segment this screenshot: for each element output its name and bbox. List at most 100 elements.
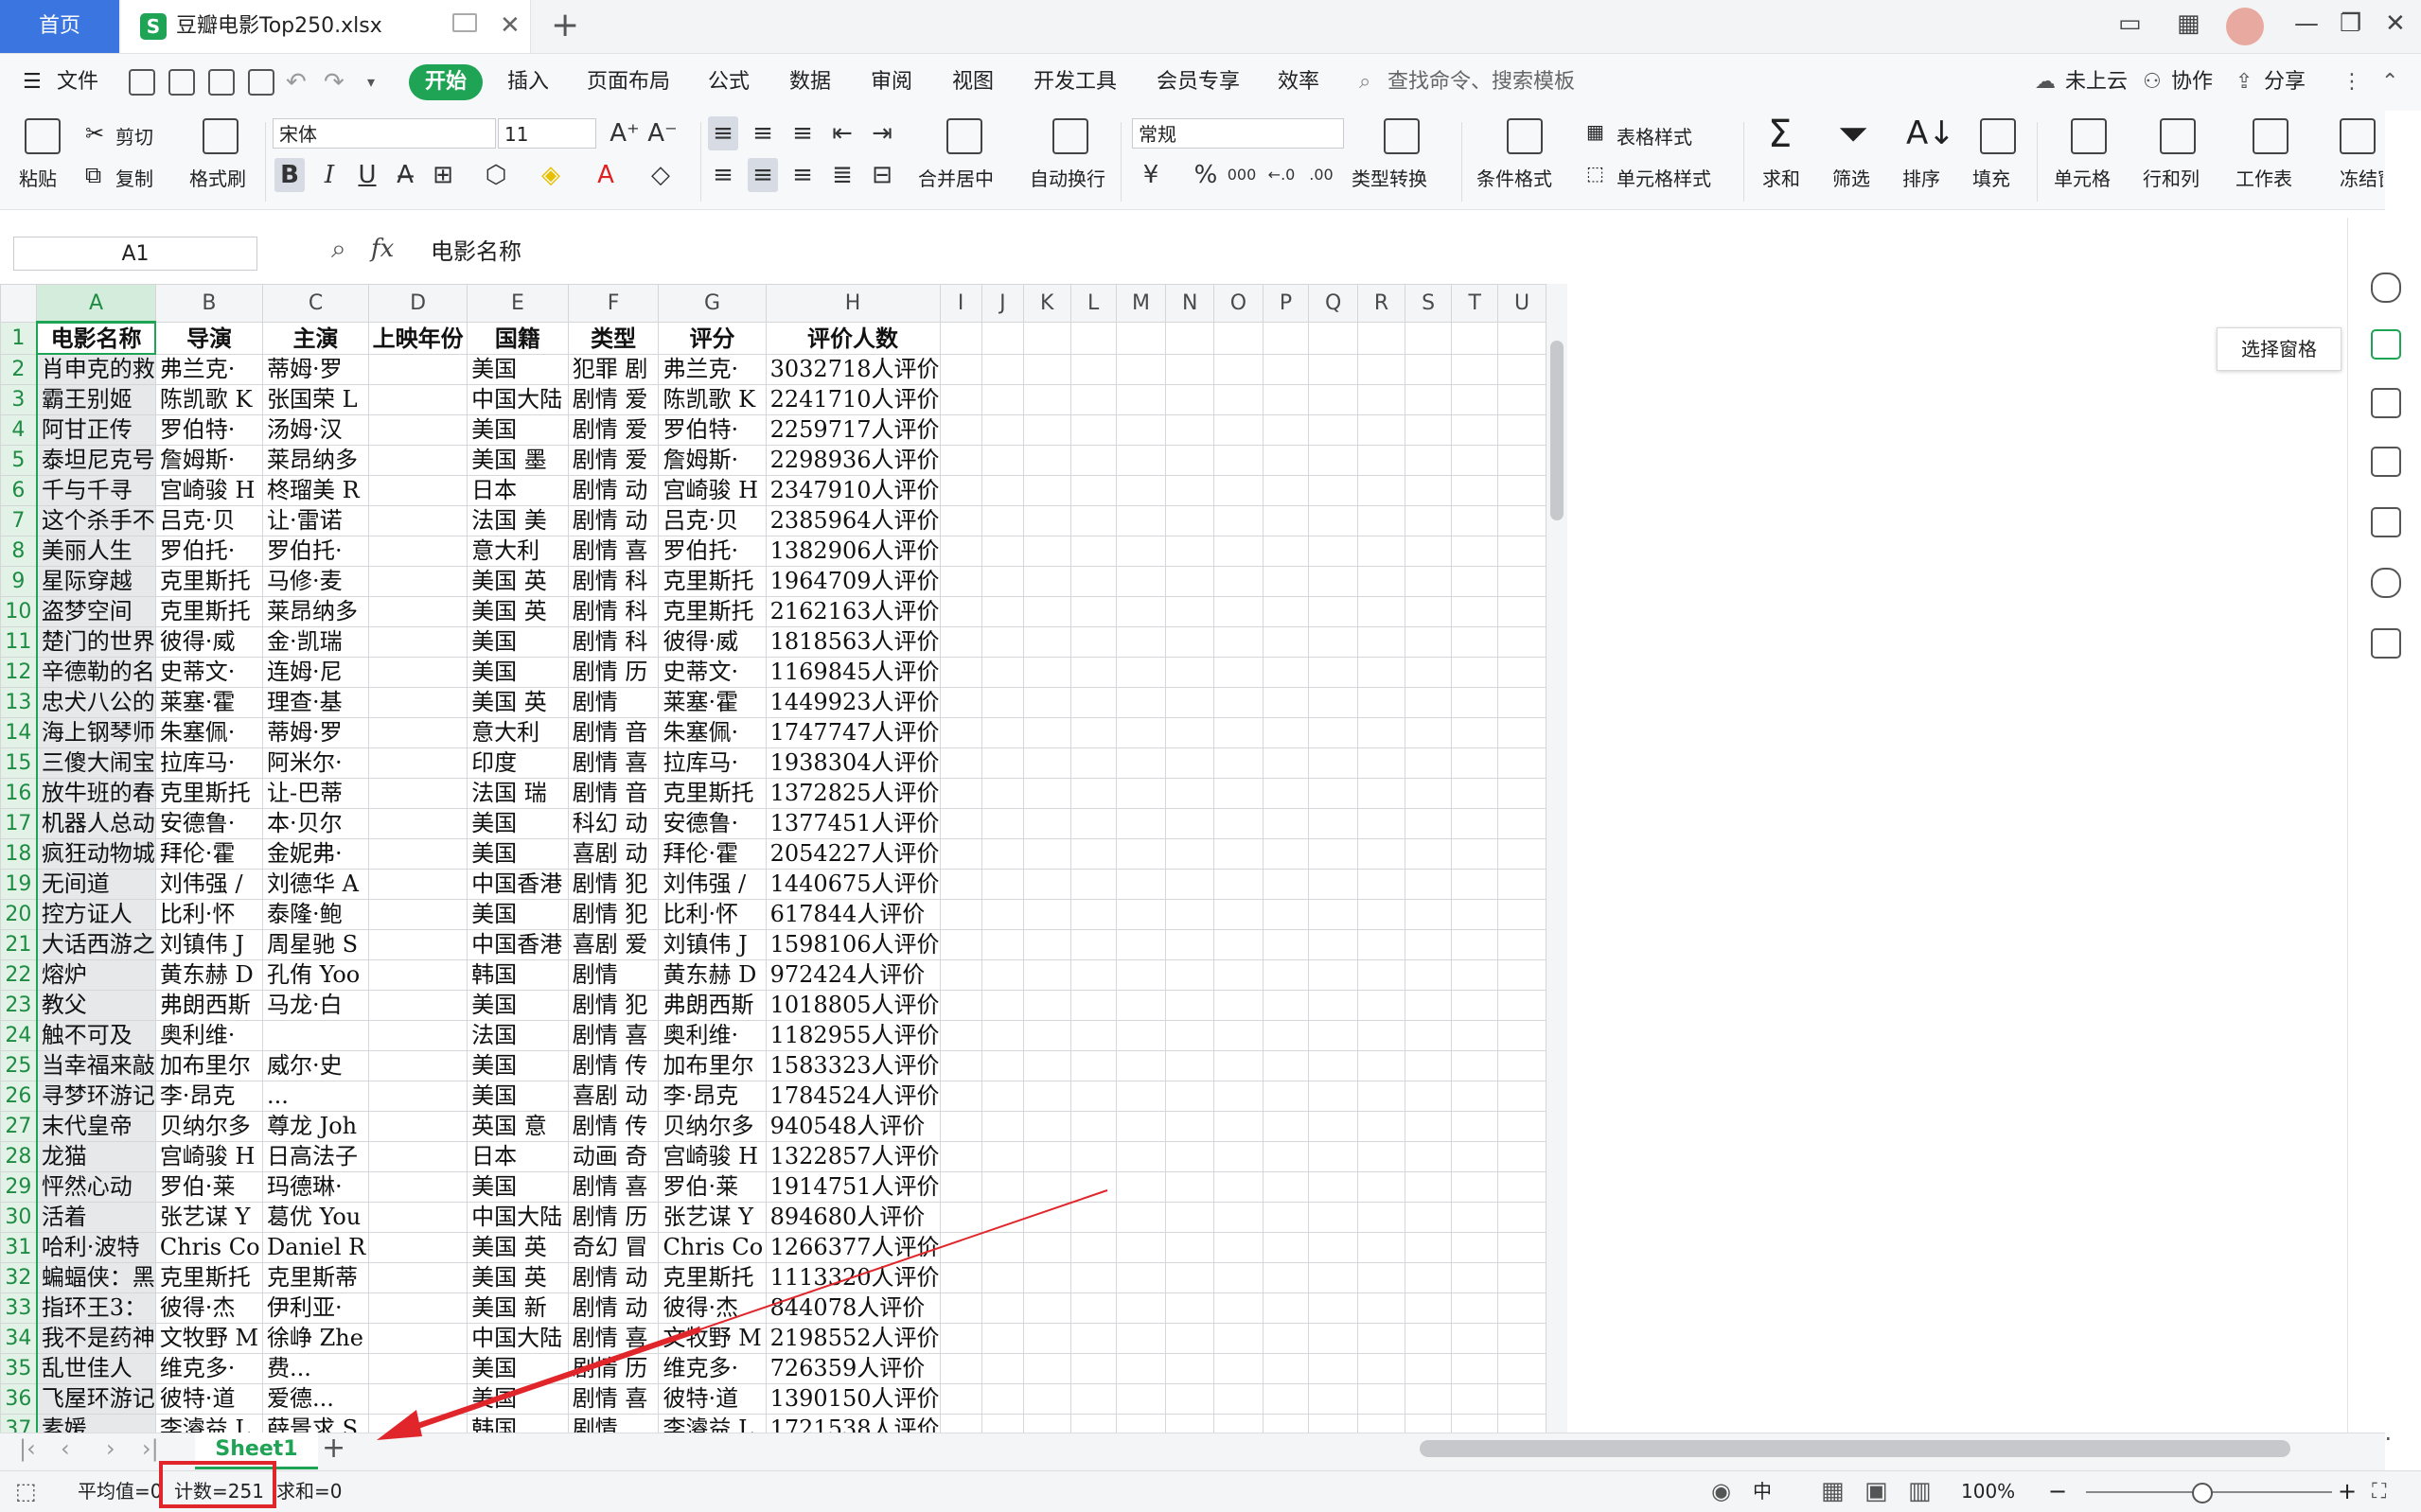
- cell[interactable]: 千与千寻: [36, 475, 156, 506]
- lightning-icon[interactable]: [2371, 568, 2401, 598]
- cell[interactable]: [368, 414, 468, 446]
- paste-icon[interactable]: [25, 118, 61, 154]
- column-header[interactable]: K: [1023, 284, 1071, 323]
- cell[interactable]: [368, 1050, 468, 1081]
- cell[interactable]: [1115, 778, 1167, 809]
- cell[interactable]: 阿甘正传: [36, 414, 156, 446]
- cell[interactable]: 美国 英: [467, 596, 569, 627]
- cell[interactable]: [1023, 1050, 1071, 1081]
- cell[interactable]: [981, 1292, 1025, 1324]
- cell[interactable]: [1262, 1383, 1310, 1415]
- cell[interactable]: [1023, 475, 1071, 506]
- row-header[interactable]: 24: [0, 1020, 38, 1051]
- tab-formulas[interactable]: 公式: [708, 54, 750, 111]
- cell[interactable]: [1262, 505, 1310, 536]
- cell[interactable]: 1598106人评价: [765, 929, 941, 960]
- cell[interactable]: [981, 353, 1025, 385]
- cell[interactable]: [1023, 1353, 1071, 1384]
- cell[interactable]: 上映年份: [368, 322, 468, 355]
- cell[interactable]: [1165, 566, 1215, 597]
- cell[interactable]: 1964709人评价: [765, 566, 941, 597]
- cell[interactable]: [1069, 899, 1117, 930]
- cell[interactable]: 三傻大闹宝: [36, 747, 156, 779]
- cell[interactable]: [981, 414, 1025, 446]
- cell[interactable]: [1356, 1323, 1406, 1354]
- menu-file[interactable]: 文件: [57, 54, 98, 111]
- cell[interactable]: 我不是药神: [36, 1323, 156, 1354]
- cell[interactable]: [1262, 1111, 1310, 1142]
- cell[interactable]: [1213, 687, 1264, 718]
- tab-view[interactable]: 视图: [952, 54, 994, 111]
- justify-icon[interactable]: ≣: [827, 158, 857, 192]
- cell[interactable]: 日本: [467, 475, 569, 506]
- cell[interactable]: 詹姆斯·: [658, 445, 767, 476]
- cell[interactable]: [1308, 596, 1358, 627]
- sort-icon[interactable]: A↓: [1906, 114, 1955, 152]
- decrease-decimal-icon[interactable]: .00: [1306, 158, 1336, 192]
- cell[interactable]: 控方证人: [36, 899, 156, 930]
- select-pane-icon[interactable]: [2371, 329, 2401, 360]
- cell[interactable]: [1115, 1081, 1167, 1112]
- cell[interactable]: [1023, 1262, 1071, 1293]
- cell[interactable]: [939, 717, 982, 748]
- cell[interactable]: [1262, 1353, 1310, 1384]
- cell[interactable]: 彼得·威: [658, 626, 767, 658]
- cell[interactable]: 克里斯托: [658, 778, 767, 809]
- cell[interactable]: 剧情 爱: [567, 384, 660, 415]
- cell[interactable]: [368, 536, 468, 567]
- cell[interactable]: 1938304人评价: [765, 747, 941, 779]
- underline-button[interactable]: U: [352, 158, 382, 192]
- cell[interactable]: 主演: [261, 322, 370, 355]
- cell[interactable]: [1497, 475, 1546, 506]
- row-header[interactable]: 35: [0, 1353, 38, 1384]
- cell[interactable]: [1023, 1383, 1071, 1415]
- distribute-icon[interactable]: ⊟: [867, 158, 897, 192]
- row-header[interactable]: 36: [0, 1383, 38, 1415]
- cell[interactable]: [1023, 929, 1071, 960]
- cell[interactable]: [368, 353, 468, 385]
- cell[interactable]: [1165, 1262, 1215, 1293]
- formula-input[interactable]: 电影名称: [431, 235, 521, 269]
- cell[interactable]: [1497, 838, 1546, 870]
- cell[interactable]: [1451, 1323, 1499, 1354]
- row-header[interactable]: 4: [0, 414, 38, 446]
- row-header[interactable]: 34: [0, 1323, 38, 1354]
- cell[interactable]: [1115, 869, 1167, 900]
- cell[interactable]: [368, 1171, 468, 1203]
- cell[interactable]: 1372825人评价: [765, 778, 941, 809]
- cell[interactable]: [368, 1383, 468, 1415]
- cell[interactable]: 2054227人评价: [765, 838, 941, 870]
- cell[interactable]: [368, 1202, 468, 1233]
- cell[interactable]: Chris Co: [658, 1232, 767, 1263]
- cell[interactable]: 美国 英: [467, 687, 569, 718]
- cell[interactable]: [1308, 778, 1358, 809]
- cell[interactable]: [1497, 747, 1546, 779]
- cells-button[interactable]: 单元格: [2054, 164, 2111, 191]
- cell[interactable]: 犯罪 剧: [567, 353, 660, 385]
- cell[interactable]: 霸王别姬: [36, 384, 156, 415]
- rocket-icon[interactable]: [2371, 273, 2401, 303]
- cell[interactable]: [1023, 596, 1071, 627]
- cell[interactable]: [1356, 1171, 1406, 1203]
- cell[interactable]: [1023, 626, 1071, 658]
- cell[interactable]: 美国: [467, 1171, 569, 1203]
- cell[interactable]: [368, 566, 468, 597]
- cell[interactable]: 剧情 历: [567, 1353, 660, 1384]
- cell[interactable]: 刘伟强 /: [154, 869, 263, 900]
- sum-button[interactable]: 求和: [1762, 164, 1800, 191]
- rows-cols-button[interactable]: 行和列: [2143, 164, 2200, 191]
- column-header[interactable]: Q: [1308, 284, 1358, 323]
- wrap-text-icon[interactable]: [1052, 118, 1088, 154]
- cell[interactable]: [1451, 566, 1499, 597]
- cell[interactable]: 黄东赫 D: [658, 959, 767, 991]
- column-header[interactable]: R: [1356, 284, 1406, 323]
- cell[interactable]: 中国大陆: [467, 1202, 569, 1233]
- cell[interactable]: [939, 536, 982, 567]
- cell[interactable]: [1356, 717, 1406, 748]
- cell[interactable]: [1165, 475, 1215, 506]
- cell[interactable]: 844078人评价: [765, 1292, 941, 1324]
- format-painter-icon[interactable]: [203, 118, 239, 154]
- cell[interactable]: 1169845人评价: [765, 657, 941, 688]
- cell[interactable]: [1405, 990, 1453, 1021]
- cell[interactable]: [1069, 959, 1117, 991]
